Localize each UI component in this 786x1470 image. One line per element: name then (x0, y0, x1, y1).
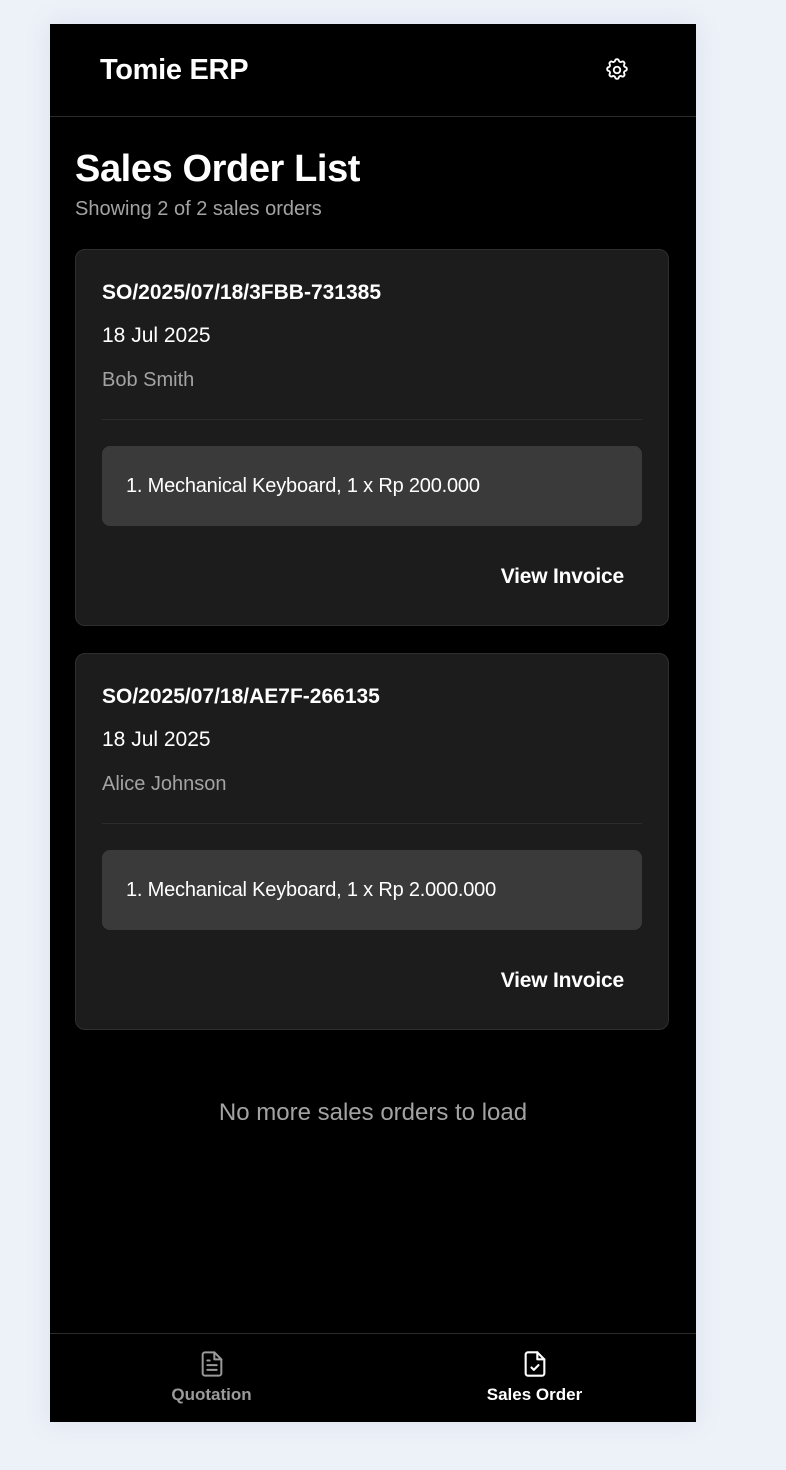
order-item-box: 1. Mechanical Keyboard, 1 x Rp 2.000.000 (102, 850, 642, 930)
sales-order-number: SO/2025/07/18/3FBB-731385 (102, 281, 382, 304)
document-icon (201, 1351, 222, 1377)
nav-label-quotation: Quotation (171, 1385, 252, 1404)
sales-order-number: SO/2025/07/18/AE7F-266135 (102, 685, 380, 708)
order-item-line: 1. Mechanical Keyboard, 1 x Rp 200.000 (126, 475, 480, 497)
top-bar: Tomie ERP (50, 24, 696, 117)
page-title: Sales Order List (75, 148, 361, 190)
order-item-box: 1. Mechanical Keyboard, 1 x Rp 200.000 (102, 446, 642, 526)
document-check-icon (524, 1351, 545, 1377)
customer-name: Bob Smith (102, 369, 195, 391)
gear-icon (606, 58, 628, 80)
sales-order-card: SO/2025/07/18/3FBB-731385 18 Jul 2025 Bo… (75, 249, 669, 626)
nav-label-sales-order: Sales Order (486, 1385, 583, 1404)
view-invoice-button[interactable]: View Invoice (501, 564, 624, 590)
customer-name: Alice Johnson (102, 773, 227, 795)
sales-order-card: SO/2025/07/18/AE7F-266135 18 Jul 2025 Al… (75, 653, 669, 1030)
view-invoice-button[interactable]: View Invoice (501, 968, 624, 994)
end-of-list-message: No more sales orders to load (218, 1099, 528, 1126)
nav-item-sales-order[interactable]: Sales Order (373, 1334, 696, 1423)
card-divider (102, 419, 642, 420)
sales-order-date: 18 Jul 2025 (102, 324, 211, 347)
bottom-nav: Quotation Sales Order (50, 1333, 696, 1423)
page-subtitle: Showing 2 of 2 sales orders (75, 198, 322, 220)
settings-button[interactable] (601, 54, 633, 86)
app-title: Tomie ERP (100, 54, 249, 86)
card-divider (102, 823, 642, 824)
app-frame: Tomie ERP Sales Order List Showing 2 of … (50, 24, 696, 1422)
sales-order-date: 18 Jul 2025 (102, 728, 211, 751)
order-item-line: 1. Mechanical Keyboard, 1 x Rp 2.000.000 (126, 879, 497, 901)
nav-item-quotation[interactable]: Quotation (50, 1334, 373, 1423)
